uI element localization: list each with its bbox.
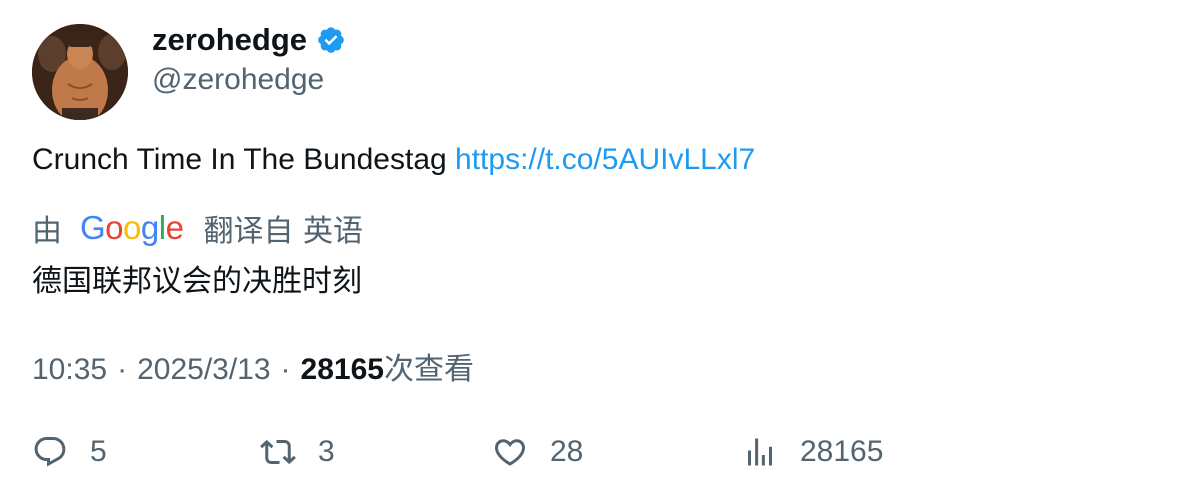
google-logo-letter: g xyxy=(140,209,159,246)
google-logo-letter: l xyxy=(158,209,166,246)
author-name-row[interactable]: zerohedge xyxy=(152,22,346,58)
google-logo-letter: o xyxy=(105,209,124,246)
tweet-meta: 10:35 · 2025/3/13 · 28165 次查看 xyxy=(32,344,474,388)
translated-text: 德国联邦议会的决胜时刻 xyxy=(32,264,362,299)
google-logo: Google xyxy=(80,209,184,247)
retweet-button[interactable]: 3 xyxy=(260,432,335,472)
views-label: 次查看 xyxy=(383,352,474,387)
google-logo-letter: G xyxy=(80,209,106,246)
meta-separator: · xyxy=(117,353,128,386)
tweet-time[interactable]: 10:35 xyxy=(32,353,107,387)
translation-suffix: 翻译自 英语 xyxy=(203,214,363,249)
views-count: 28165 xyxy=(300,353,384,386)
reply-count: 5 xyxy=(90,435,107,468)
retweet-icon xyxy=(260,439,296,465)
avatar[interactable] xyxy=(32,24,128,120)
retweet-count: 3 xyxy=(318,435,335,468)
tweet-text: Crunch Time In The Bundestag https://t.c… xyxy=(32,143,755,177)
heart-icon xyxy=(494,439,526,466)
translation-prefix: 由 xyxy=(32,214,62,249)
avatar-image xyxy=(32,24,128,120)
like-count: 28 xyxy=(550,435,584,468)
reply-button[interactable]: 5 xyxy=(32,432,107,472)
views-button[interactable]: 28165 xyxy=(742,432,883,472)
display-name[interactable]: zerohedge xyxy=(152,22,307,58)
reply-icon xyxy=(34,437,66,467)
verified-badge-icon[interactable] xyxy=(316,25,346,55)
tweet-date[interactable]: 2025/3/13 xyxy=(137,353,270,387)
translation-attribution: 由 Google 翻译自 英语 xyxy=(32,208,363,249)
google-logo-letter: o xyxy=(123,209,141,246)
analytics-icon xyxy=(748,438,772,466)
google-logo-letter: e xyxy=(165,209,184,246)
tweet-link[interactable]: https://t.co/5AUIvLLxl7 xyxy=(455,143,755,176)
like-button[interactable]: 28 xyxy=(492,432,583,472)
user-handle[interactable]: @zerohedge xyxy=(152,63,324,97)
meta-separator: · xyxy=(280,353,291,386)
tweet-body: Crunch Time In The Bundestag xyxy=(32,143,447,176)
views-action-count: 28165 xyxy=(800,435,884,468)
